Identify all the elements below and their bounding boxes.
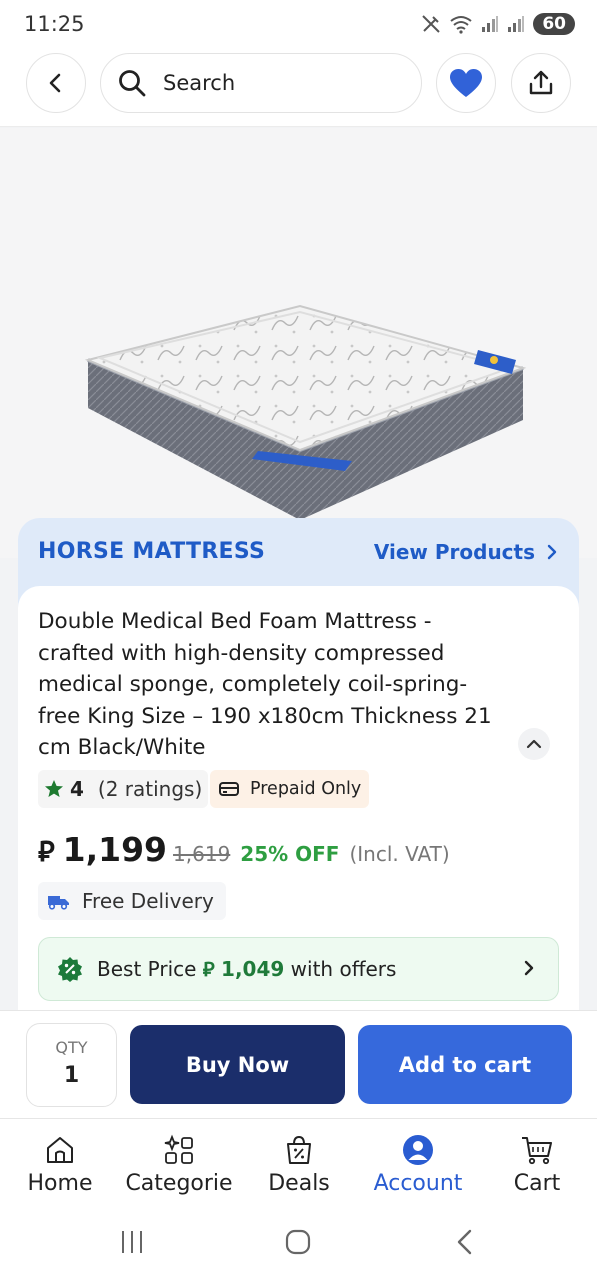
edit-off-icon: [422, 15, 441, 33]
offer-text: Best Price ⃁ 1,049 with offers: [97, 956, 396, 982]
view-products-link[interactable]: View Products: [374, 540, 559, 564]
old-price: 1,619: [173, 842, 231, 866]
share-icon: [529, 70, 553, 95]
offer-price: 1,049: [221, 957, 285, 981]
cart-icon: [522, 1137, 552, 1165]
search-icon: [119, 70, 146, 97]
product-image[interactable]: [0, 128, 597, 558]
discount-badge-icon: [58, 957, 82, 982]
status-time: 11:25: [24, 12, 85, 36]
product-details-card: Double Medical Bed Foam Mattress - craft…: [18, 586, 579, 1010]
offer-currency: ⃁: [202, 957, 215, 981]
recent-apps-icon[interactable]: [118, 1228, 146, 1256]
status-bar: 11:25 60: [0, 0, 597, 52]
signal-icon-2: [508, 16, 525, 32]
offer-suffix: with offers: [290, 957, 397, 981]
account-icon: [403, 1135, 433, 1165]
delivery-badge: Free Delivery: [38, 882, 226, 920]
back-system-icon[interactable]: [452, 1228, 480, 1256]
price-row: ⃁ 1,199 1,619 25% OFF (Incl. VAT): [38, 830, 450, 869]
qty-value: 1: [63, 1063, 80, 1088]
nav-categories-label: Categorie: [125, 1171, 233, 1196]
view-products-label: View Products: [373, 540, 535, 564]
nav-account-label: Account: [373, 1171, 463, 1196]
discount-label: 25% OFF: [240, 842, 340, 866]
heart-icon: [450, 69, 482, 97]
nav-account[interactable]: Account: [358, 1133, 478, 1196]
collapse-title-button[interactable]: [518, 728, 550, 760]
offer-label: Best Price: [97, 957, 197, 981]
buy-now-button[interactable]: Buy Now: [130, 1025, 345, 1104]
product-title: Double Medical Bed Foam Mattress - craft…: [38, 609, 492, 760]
current-price: 1,199: [62, 830, 168, 869]
signal-icon: [482, 16, 499, 32]
nav-home[interactable]: Home: [0, 1133, 120, 1196]
nav-home-label: Home: [27, 1171, 93, 1196]
chevron-up-icon: [526, 739, 542, 749]
back-button[interactable]: [26, 53, 86, 113]
card-icon: [219, 782, 239, 796]
nav-cart[interactable]: Cart: [477, 1133, 597, 1196]
bottom-navigation: Home Categorie Deals Account Cart: [0, 1118, 597, 1210]
vat-note: (Incl. VAT): [349, 842, 450, 866]
nav-cart-label: Cart: [513, 1171, 561, 1196]
wifi-icon: [450, 16, 472, 34]
purchase-action-bar: QTY 1 Buy Now Add to cart: [0, 1010, 597, 1118]
home-system-icon[interactable]: [284, 1228, 312, 1256]
wishlist-button[interactable]: [436, 53, 496, 113]
brand-name[interactable]: HORSE MATTRESS: [38, 539, 265, 564]
search-input[interactable]: Search: [100, 53, 422, 113]
share-button[interactable]: [511, 53, 571, 113]
status-icons: 60: [421, 13, 575, 35]
qty-label: QTY: [55, 1038, 88, 1057]
home-icon: [47, 1137, 73, 1163]
back-arrow-icon: [49, 73, 61, 93]
nav-deals[interactable]: Deals: [239, 1133, 359, 1196]
chevron-right-icon: [524, 960, 534, 976]
battery-indicator: 60: [533, 13, 575, 35]
nav-deals-label: Deals: [268, 1171, 330, 1196]
deals-bag-icon: [287, 1135, 311, 1164]
add-to-cart-button[interactable]: Add to cart: [358, 1025, 572, 1104]
categories-icon: [164, 1134, 193, 1164]
system-navigation-bar: [0, 1210, 597, 1280]
rating-badge[interactable]: 4 (2 ratings): [38, 770, 209, 808]
delivery-label: Free Delivery: [82, 889, 214, 913]
search-placeholder: Search: [163, 71, 236, 95]
star-icon: [45, 780, 63, 797]
prepaid-label: Prepaid Only: [250, 779, 362, 799]
best-price-offer[interactable]: Best Price ⃁ 1,049 with offers: [38, 937, 559, 1001]
rating-count: (2 ratings): [97, 777, 203, 801]
top-bar: Search: [0, 52, 597, 127]
prepaid-badge: Prepaid Only: [210, 770, 370, 808]
rating-value: 4: [70, 777, 84, 801]
nav-categories[interactable]: Categorie: [119, 1133, 239, 1196]
quantity-selector[interactable]: QTY 1: [26, 1023, 117, 1107]
mattress-illustration: [84, 304, 527, 520]
chevron-right-icon: [547, 544, 557, 560]
truck-icon: [48, 896, 69, 910]
currency-symbol: ⃁: [38, 835, 55, 868]
